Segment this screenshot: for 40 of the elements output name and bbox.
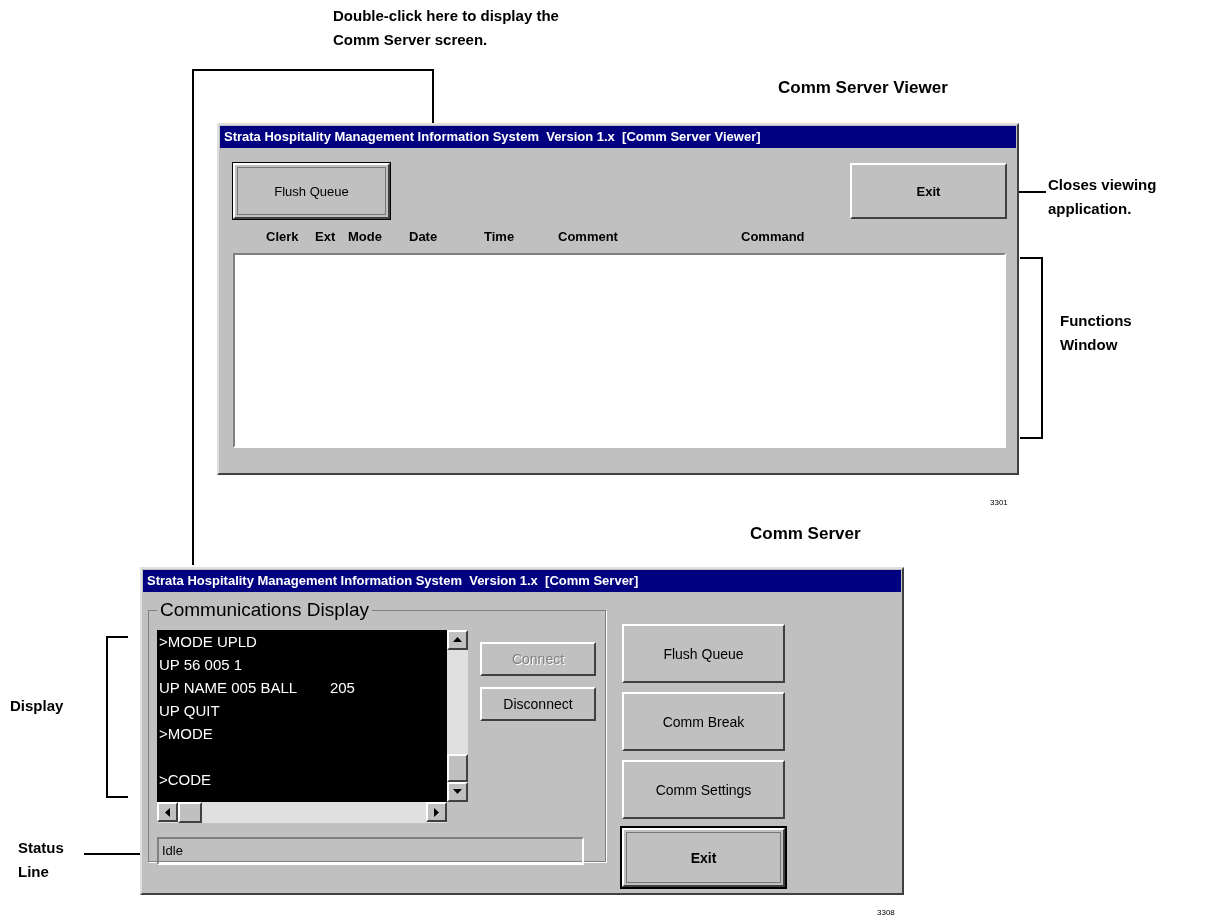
scroll-left-icon[interactable]: [157, 802, 178, 822]
scrollbar-thumb[interactable]: [178, 802, 202, 823]
figure-heading: Comm Server Viewer: [778, 77, 948, 99]
column-header: Ext: [315, 229, 336, 244]
display-line: >MODE UPLD: [159, 632, 258, 652]
vertical-scrollbar[interactable]: [447, 630, 468, 802]
callout-text: Closes viewing application.: [1048, 175, 1157, 219]
window-button[interactable]: Flush Queue: [233, 163, 390, 219]
column-header: Command: [741, 229, 805, 244]
display-line: UP NAME 005 BALL 205: [159, 678, 356, 698]
column-header: Clerk: [266, 229, 299, 244]
callout-text: Display: [10, 696, 64, 716]
window-button[interactable]: Exit: [622, 828, 785, 887]
scroll-up-icon[interactable]: [447, 630, 468, 650]
window-button[interactable]: Flush Queue: [622, 624, 785, 683]
display-line: >CODE: [159, 770, 213, 790]
figure-heading: Comm Server: [750, 523, 861, 545]
window-title: Strata Hospitality Management Information System Version 1.x [Comm Server]: [143, 570, 901, 592]
column-header: Mode: [348, 229, 382, 244]
figure-number: 3308: [877, 908, 895, 917]
window-button[interactable]: Comm Settings: [622, 760, 785, 819]
display-line: UP 56 005 1: [159, 655, 244, 675]
window-button[interactable]: Exit: [850, 163, 1007, 219]
column-header: Comment: [558, 229, 618, 244]
figure-number: 3301: [990, 498, 1008, 507]
scrollbar-thumb[interactable]: [447, 754, 468, 782]
window-title: Strata Hospitality Management Information System Version 1.x [Comm Server Viewer]: [220, 126, 1016, 148]
column-header: Time: [484, 229, 515, 244]
display-line: >MODE: [159, 724, 214, 744]
window-button[interactable]: Comm Break: [622, 692, 785, 751]
horizontal-scrollbar[interactable]: [157, 802, 447, 823]
display-line: UP QUIT: [159, 701, 221, 721]
callout-text: Functions Window: [1060, 311, 1132, 355]
caption-text: Double-click here to display the Comm Server screen.: [333, 6, 559, 50]
connection-button[interactable]: Disconnect: [480, 687, 596, 721]
status-field: Idle: [157, 837, 584, 865]
scroll-down-icon[interactable]: [447, 782, 468, 802]
column-header: Date: [409, 229, 438, 244]
callout-text: Status Line: [18, 838, 64, 882]
scroll-right-icon[interactable]: [426, 802, 447, 822]
